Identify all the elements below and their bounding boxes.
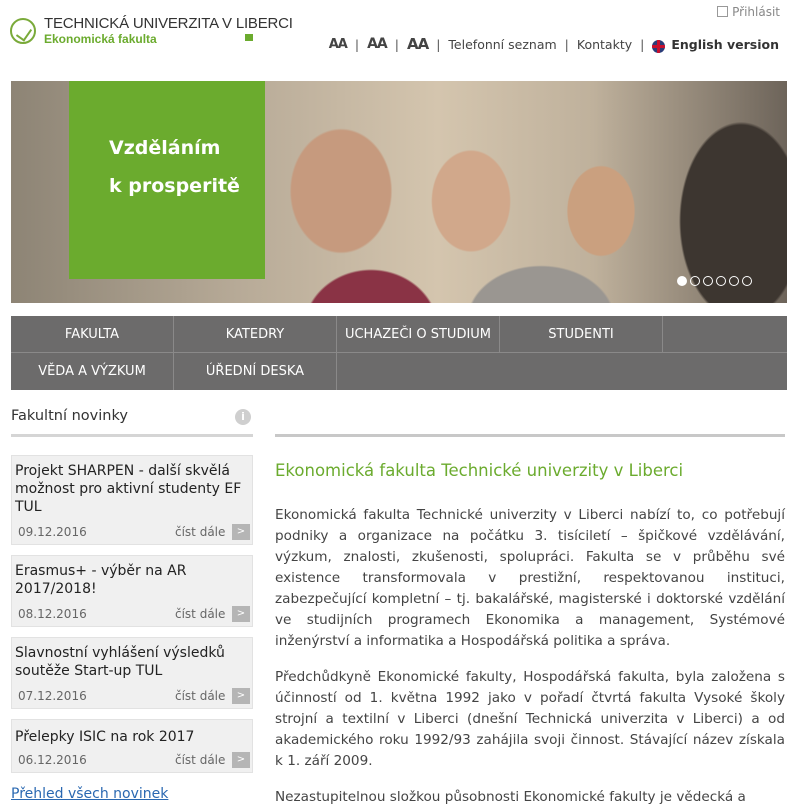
info-icon[interactable]: i <box>235 409 251 425</box>
news-divider <box>11 434 253 437</box>
content-divider <box>275 434 785 437</box>
content-paragraph-2: Předchůdkyně Ekonomické fakulty, Hospodá… <box>275 669 785 769</box>
main-nav: FAKULTA KATEDRY UCHAZEČI O STUDIUM STUDE… <box>11 316 787 390</box>
hero-banner: Vzděláním k prosperitě <box>11 81 787 303</box>
news-item[interactable]: Erasmus+ - výběr na AR 2017/2018! 08.12.… <box>11 555 253 627</box>
arrow-right-icon[interactable]: > <box>232 606 250 622</box>
english-version-link[interactable]: English version <box>671 37 779 52</box>
logo-university-name: TECHNICKÁ UNIVERZITA V LIBERCI <box>44 15 293 32</box>
separator: | <box>564 36 569 52</box>
phonebook-link[interactable]: Telefonní seznam <box>448 37 556 52</box>
news-item-date: 06.12.2016 <box>18 753 87 767</box>
content-paragraph-3: Nezastupitelnou složkou působnosti Ekono… <box>275 789 746 805</box>
nav-uredni-deska[interactable]: ÚŘEDNÍ DESKA <box>174 353 337 390</box>
news-item-date: 09.12.2016 <box>18 525 87 539</box>
slider-dot-4[interactable] <box>716 276 726 286</box>
font-size-small-button[interactable]: AA <box>329 37 348 52</box>
logo-square-icon <box>245 34 253 41</box>
nav-studenti[interactable]: STUDENTI <box>500 316 663 353</box>
nav-katedry[interactable]: KATEDRY <box>174 316 337 353</box>
login-icon <box>717 6 729 17</box>
content-paragraph-1: Ekonomická fakulta Technické univerzity … <box>275 507 785 649</box>
logo-mark-icon <box>10 18 36 44</box>
slider-dot-2[interactable] <box>690 276 700 286</box>
nav-uchazeci[interactable]: UCHAZEČI O STUDIUM <box>337 316 500 353</box>
nav-fakulta[interactable]: FAKULTA <box>11 316 174 353</box>
read-more-link[interactable]: číst dále <box>175 689 225 703</box>
news-item[interactable]: Přelepky ISIC na rok 2017 06.12.2016 čís… <box>11 719 253 773</box>
slider-dot-3[interactable] <box>703 276 713 286</box>
slider-dot-6[interactable] <box>742 276 752 286</box>
slider-dot-1[interactable] <box>677 276 687 286</box>
news-item-date: 07.12.2016 <box>18 689 87 703</box>
arrow-right-icon[interactable]: > <box>232 688 250 704</box>
read-more-link[interactable]: číst dále <box>175 607 225 621</box>
login-label: Přihlásit <box>732 5 780 19</box>
content-title: Ekonomická fakulta Technické univerzity … <box>275 461 684 480</box>
font-size-medium-button[interactable]: AA <box>367 36 388 52</box>
university-logo[interactable]: TECHNICKÁ UNIVERZITA V LIBERCI Ekonomick… <box>10 14 293 54</box>
news-item-title[interactable]: Slavnostní vyhlášení výsledků soutěže St… <box>15 644 247 680</box>
slider-dot-5[interactable] <box>729 276 739 286</box>
news-item-date: 08.12.2016 <box>18 607 87 621</box>
separator: | <box>640 36 645 52</box>
news-item-title[interactable]: Přelepky ISIC na rok 2017 <box>15 728 247 746</box>
utility-nav: AA | AA | AA | Telefonní seznam | Kontak… <box>329 35 779 53</box>
hero-slogan-line1: Vzděláním <box>109 137 221 159</box>
slider-dots <box>677 276 752 286</box>
read-more-link[interactable]: číst dále <box>175 525 225 539</box>
read-more-link[interactable]: číst dále <box>175 753 225 767</box>
hero-slogan-line2: k prosperitě <box>109 175 240 197</box>
news-item[interactable]: Projekt SHARPEN - další skvělá možnost p… <box>11 455 253 545</box>
login-link[interactable]: Přihlásit <box>717 5 780 19</box>
separator: | <box>354 36 360 52</box>
contacts-link[interactable]: Kontakty <box>577 37 632 52</box>
news-item-title[interactable]: Erasmus+ - výběr na AR 2017/2018! <box>15 562 247 598</box>
nav-empty-cell <box>663 316 787 353</box>
uk-flag-icon <box>652 39 666 53</box>
separator: | <box>436 36 441 52</box>
news-item[interactable]: Slavnostní vyhlášení výsledků soutěže St… <box>11 637 253 709</box>
logo-faculty-name: Ekonomická fakulta <box>44 32 157 46</box>
news-heading: Fakultní novinky <box>11 408 128 424</box>
font-size-large-button[interactable]: AA <box>407 35 429 53</box>
arrow-right-icon[interactable]: > <box>232 524 250 540</box>
nav-veda-a-vyzkum[interactable]: VĚDA A VÝZKUM <box>11 353 174 390</box>
arrow-right-icon[interactable]: > <box>232 752 250 768</box>
news-item-title[interactable]: Projekt SHARPEN - další skvělá možnost p… <box>15 462 247 516</box>
separator: | <box>394 36 399 52</box>
